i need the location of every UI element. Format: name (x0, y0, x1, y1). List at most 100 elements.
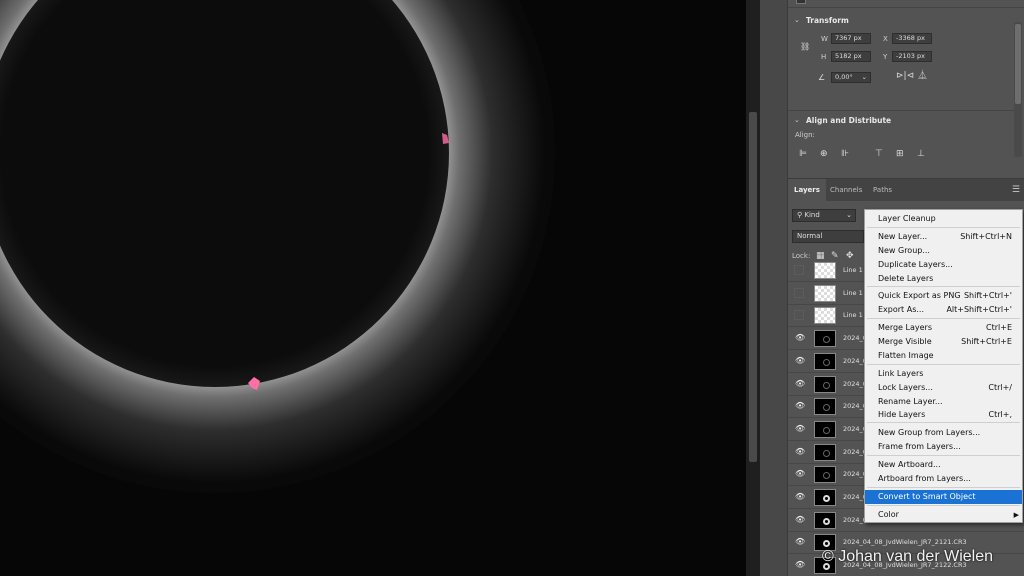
panel-menu-icon[interactable]: ☰ (1012, 185, 1020, 195)
layers-panel-tabs: Layers Channels Paths ☰ (788, 179, 1024, 201)
visibility-eye-icon[interactable]: 👁 (795, 560, 805, 570)
menu-separator (867, 487, 1020, 488)
menu-item-shortcut: Ctrl+E (986, 323, 1012, 332)
flip-vertical-icon[interactable]: ⏅ (918, 72, 927, 81)
tab-channels[interactable]: Channels (824, 179, 868, 201)
x-field[interactable]: -3368 px (892, 33, 932, 44)
menu-item-new-group-from-layers[interactable]: New Group from Layers... (865, 426, 1022, 440)
flip-horizontal-icon[interactable]: ⊳|⊲ (896, 72, 914, 81)
chevron-down-icon[interactable]: ⌄ (794, 16, 800, 24)
angle-field[interactable]: 0,00° ⌄ (831, 72, 871, 83)
layer-name: Line 1 (843, 288, 863, 297)
visibility-toggle-empty[interactable] (794, 310, 804, 321)
menu-item-duplicate-layers[interactable]: Duplicate Layers... (865, 258, 1022, 272)
width-field[interactable]: 7367 px (831, 33, 871, 44)
visibility-eye-icon[interactable]: 👁 (795, 379, 805, 389)
menu-item-convert-to-smart-object[interactable]: Convert to Smart Object (865, 490, 1022, 504)
layer-thumbnail (814, 443, 836, 461)
layer-thumbnail (814, 466, 836, 484)
align-section-title: Align and Distribute (806, 116, 892, 125)
layer-thumbnail (814, 330, 836, 348)
menu-item-label: Link Layers (878, 369, 924, 378)
canvas-vertical-scrollbar[interactable] (746, 0, 760, 576)
visibility-eye-icon[interactable]: 👁 (795, 356, 805, 366)
width-label: W (821, 35, 828, 43)
menu-item-merge-layers[interactable]: Merge Layers Ctrl+E (865, 321, 1022, 335)
menu-item-shortcut: Alt+Shift+Ctrl+' (946, 305, 1012, 314)
menu-item-hide-layers[interactable]: Hide Layers Ctrl+, (865, 408, 1022, 422)
tab-layers[interactable]: Layers (788, 179, 826, 201)
angle-value: 0,00° (835, 73, 853, 81)
menu-item-label: Duplicate Layers... (878, 260, 953, 269)
layer-thumbnail (814, 489, 836, 506)
align-right-edges-icon[interactable]: ⊪ (841, 150, 849, 159)
visibility-eye-icon[interactable]: 👁 (795, 492, 805, 502)
visibility-eye-icon[interactable]: 👁 (795, 401, 805, 411)
menu-item-shortcut: Ctrl+/ (988, 383, 1012, 392)
layer-thumbnail (814, 375, 836, 393)
chevron-down-icon[interactable]: ⌄ (862, 73, 867, 82)
menu-item-export-as[interactable]: Export As... Alt+Shift+Ctrl+' (865, 303, 1022, 317)
visibility-eye-icon[interactable]: 👁 (795, 537, 805, 547)
menu-item-label: Convert to Smart Object (878, 492, 976, 501)
menu-item-new-layer[interactable]: New Layer... Shift+Ctrl+N (865, 230, 1022, 244)
visibility-eye-icon[interactable]: 👁 (795, 424, 805, 434)
visibility-eye-icon[interactable]: 👁 (795, 469, 805, 479)
align-horizontal-centers-icon[interactable]: ⊕ (820, 150, 828, 159)
tab-paths[interactable]: Paths (867, 179, 898, 201)
align-top-edges-icon[interactable]: ⊤ (875, 150, 883, 159)
menu-item-new-group[interactable]: New Group... (865, 244, 1022, 258)
layer-name: Line 1 (843, 266, 863, 274)
menu-item-quick-export-as-png[interactable]: Quick Export as PNG Shift+Ctrl+' (865, 289, 1022, 303)
filter-kind-select[interactable]: ⚲ Kind ⌄ (792, 209, 856, 222)
menu-item-label: New Group from Layers... (878, 428, 981, 437)
menu-item-layer-cleanup[interactable]: Layer Cleanup (865, 212, 1022, 226)
visibility-eye-icon[interactable]: 👁 (795, 515, 805, 525)
menu-separator (867, 455, 1020, 456)
menu-item-flatten-image[interactable]: Flatten Image (865, 349, 1022, 363)
visibility-eye-icon[interactable]: 👁 (795, 333, 805, 343)
visibility-toggle-empty[interactable] (794, 287, 804, 298)
align-vertical-centers-icon[interactable]: ⊞ (896, 150, 904, 159)
layer-thumbnail (814, 420, 836, 438)
chevron-down-icon: ⌄ (846, 211, 852, 219)
menu-item-frame-from-layers[interactable]: Frame from Layers... (865, 440, 1022, 454)
align-bottom-edges-icon[interactable]: ⊥ (917, 150, 925, 159)
menu-item-lock-layers[interactable]: Lock Layers... Ctrl+/ (865, 381, 1022, 395)
document-canvas[interactable] (0, 0, 746, 576)
menu-item-color[interactable]: Color ▶ (865, 508, 1022, 522)
properties-panel: ⌄ Transform ⛓ W 7367 px X -3368 px H 518… (788, 0, 1024, 170)
menu-item-merge-visible[interactable]: Merge Visible Shift+Ctrl+E (865, 335, 1022, 349)
blend-mode-select[interactable]: Normal (792, 230, 864, 243)
layer-thumbnail (814, 511, 836, 529)
align-left-edges-icon[interactable]: ⊫ (799, 150, 807, 159)
menu-item-new-artboard[interactable]: New Artboard... (865, 458, 1022, 472)
menu-separator (867, 318, 1020, 319)
height-field[interactable]: 5182 px (831, 51, 871, 62)
properties-scrollbar[interactable] (1014, 22, 1022, 157)
menu-item-label: Quick Export as PNG (878, 291, 961, 300)
submenu-arrow-icon: ▶ (1013, 511, 1019, 519)
menu-separator (867, 505, 1020, 506)
menu-item-label: Flatten Image (878, 351, 934, 360)
y-label: Y (883, 53, 888, 61)
menu-item-delete-layers[interactable]: Delete Layers (865, 272, 1022, 286)
visibility-toggle-empty[interactable] (794, 265, 804, 275)
layer-thumbnail (814, 284, 836, 302)
transform-section-title: Transform (806, 16, 849, 25)
menu-item-label: Artboard from Layers... (878, 474, 971, 483)
menu-item-rename-layer[interactable]: Rename Layer... (865, 395, 1022, 409)
visibility-eye-icon[interactable]: 👁 (795, 447, 805, 457)
menu-item-shortcut: Shift+Ctrl+' (963, 291, 1012, 300)
menu-separator (867, 227, 1020, 228)
menu-item-link-layers[interactable]: Link Layers (865, 367, 1022, 381)
x-label: X (883, 35, 888, 43)
link-icon[interactable]: ⛓ (800, 42, 810, 51)
menu-item-label: Delete Layers (878, 274, 934, 283)
menu-item-label: New Layer... (878, 232, 928, 241)
layers-context-menu: Layer Cleanup New Layer... Shift+Ctrl+N New… (864, 209, 1023, 523)
menu-item-artboard-from-layers[interactable]: Artboard from Layers... (865, 472, 1022, 486)
menu-item-label: New Group... (878, 246, 930, 255)
chevron-down-icon[interactable]: ⌄ (794, 116, 800, 124)
y-field[interactable]: -2103 px (892, 51, 932, 62)
